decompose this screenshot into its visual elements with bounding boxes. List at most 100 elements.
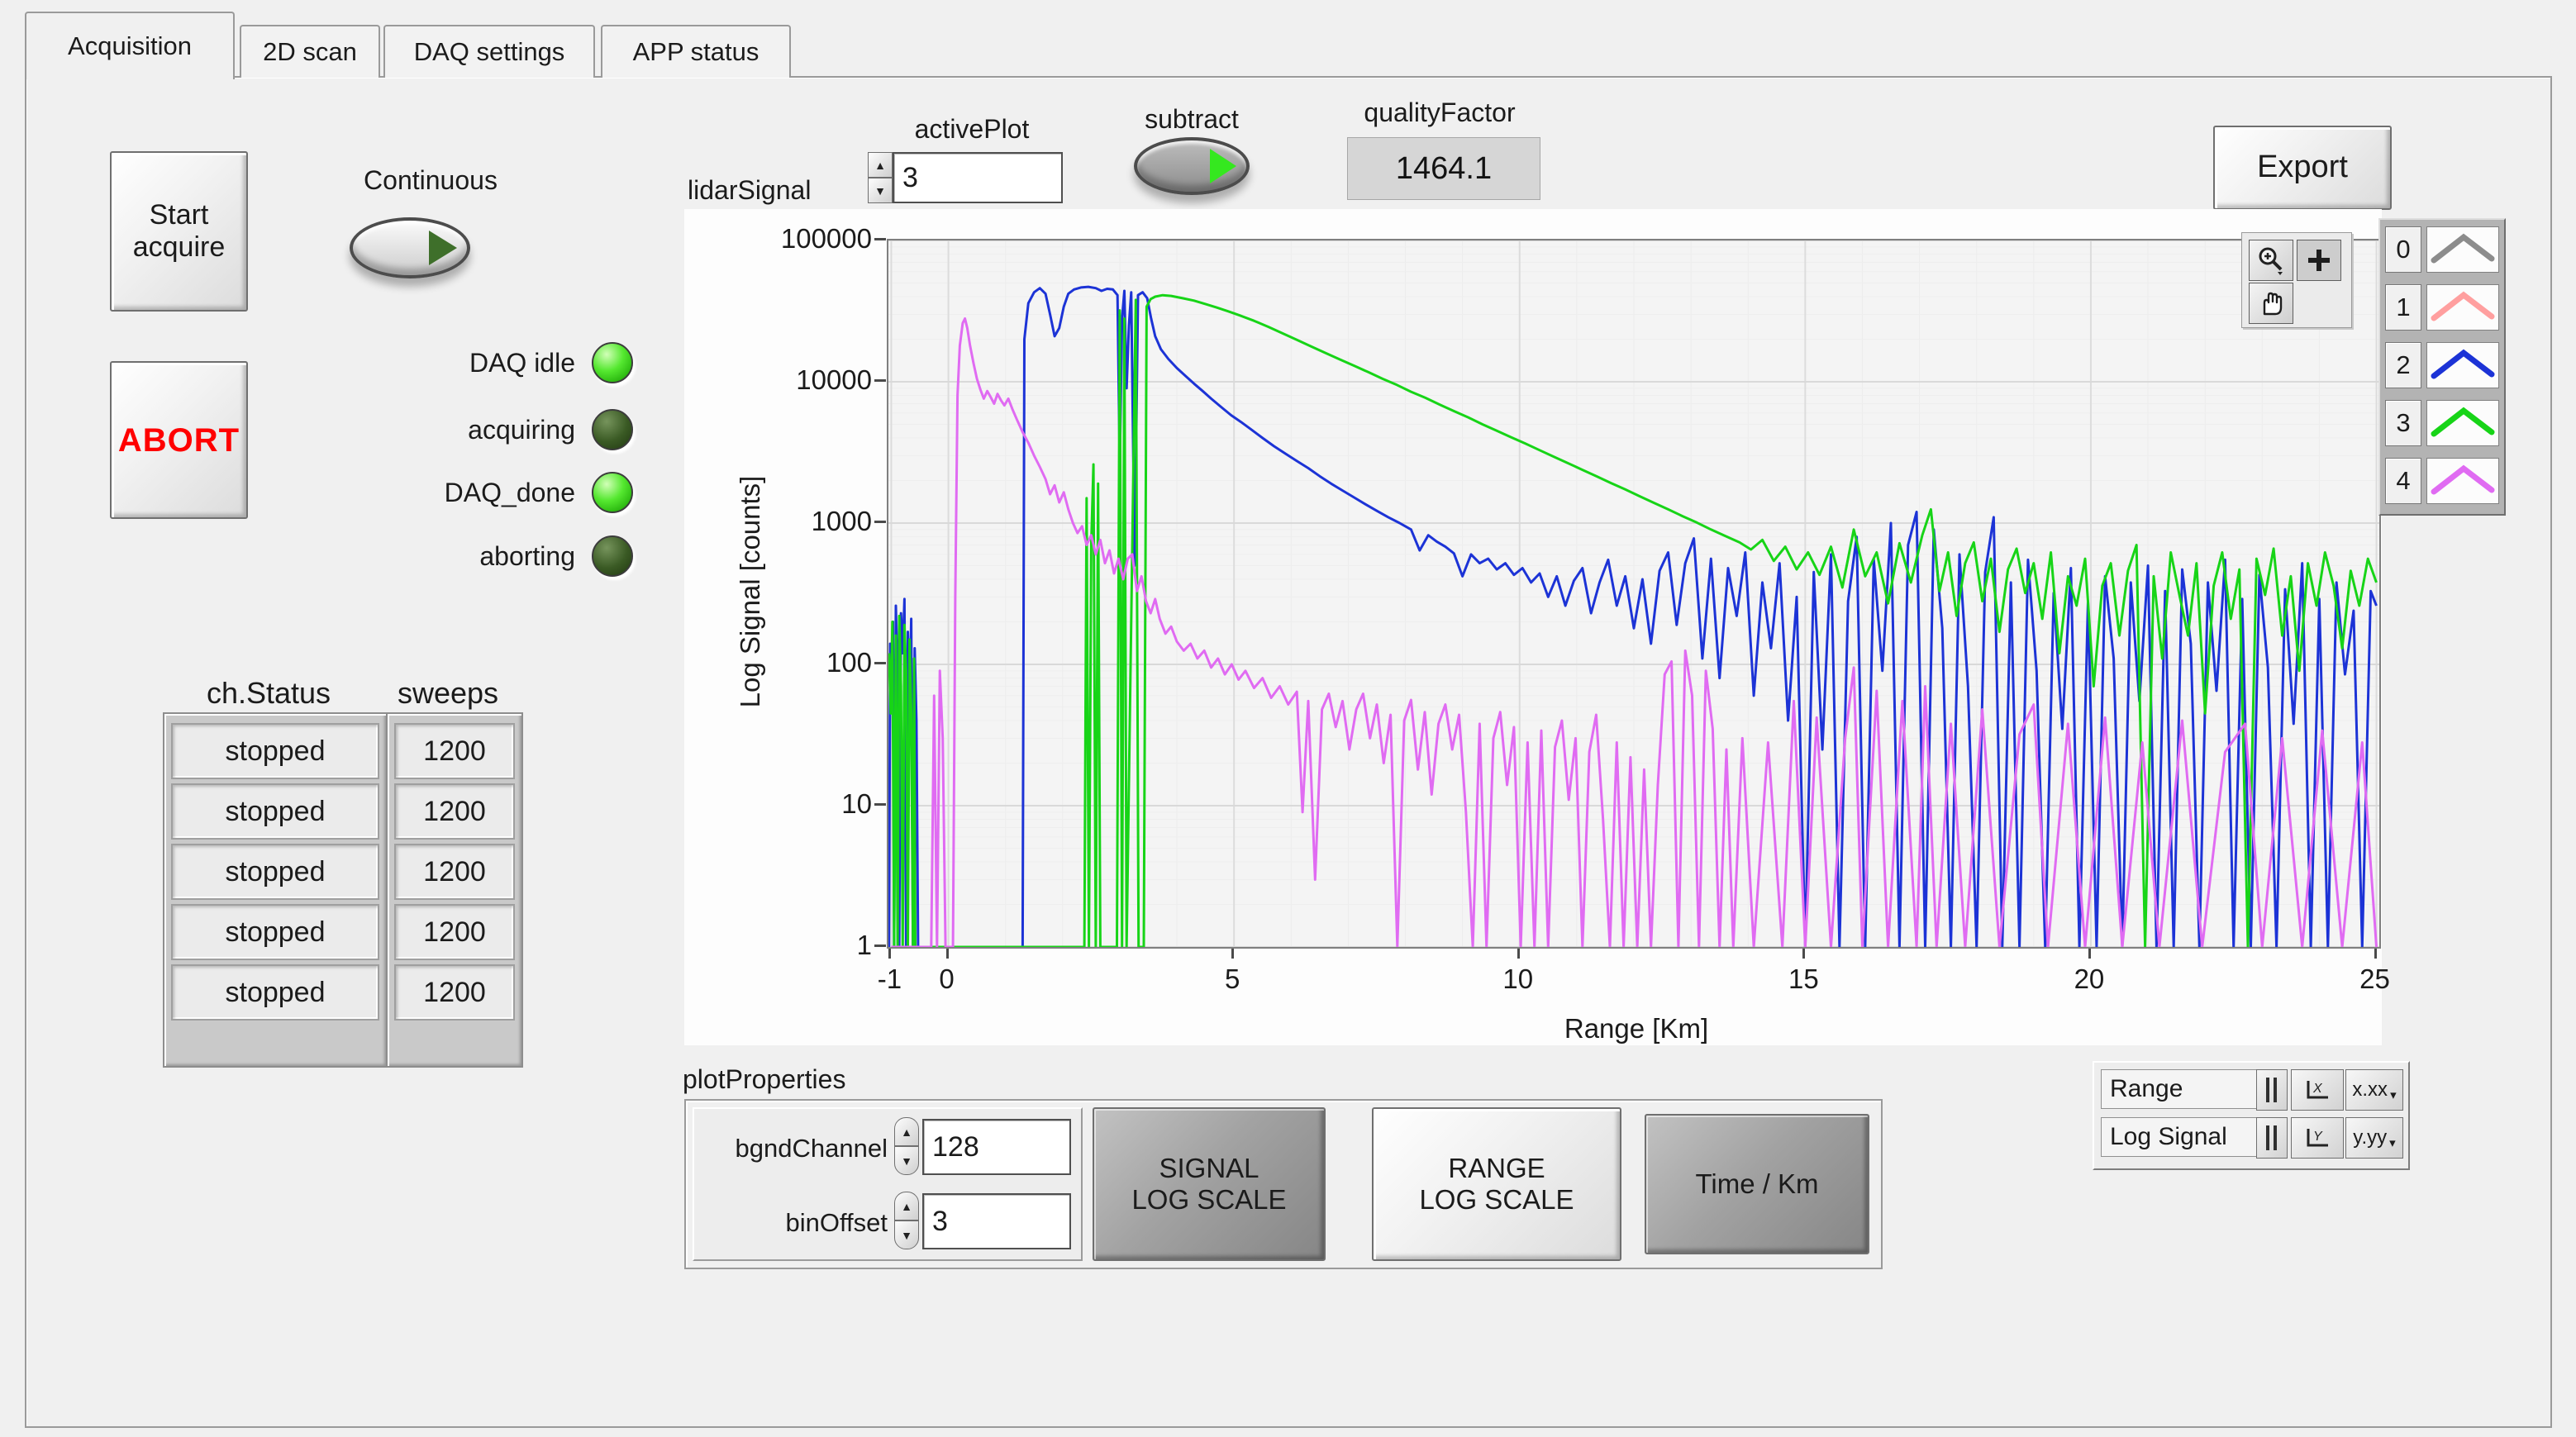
bgnd-channel-label: bgndChannel <box>699 1134 888 1163</box>
x-tick-mark <box>2374 949 2377 959</box>
ch-status-cell[interactable]: stopped <box>171 904 379 960</box>
app-window: Acquisition 2D scan DAQ settings APP sta… <box>0 0 2576 1437</box>
legend-plot-2-line-sample[interactable] <box>2426 342 2499 388</box>
bgnd-channel-input[interactable]: 128 <box>922 1119 1071 1175</box>
bgnd-channel-spinner[interactable]: ▲ ▼ <box>894 1117 919 1175</box>
y-tick-mark <box>874 238 886 240</box>
range-log-scale-button[interactable]: RANGE LOG SCALE <box>1372 1107 1621 1261</box>
zoom-in-tool-button[interactable] <box>2297 240 2341 281</box>
active-plot-input[interactable]: 3 <box>893 152 1063 203</box>
legend-plot-1-line-sample[interactable] <box>2426 284 2499 331</box>
y-format-button[interactable]: y.yy▾ <box>2345 1117 2403 1159</box>
time-km-button[interactable]: Time / Km <box>1645 1114 1869 1254</box>
tab-2d-scan[interactable]: 2D scan <box>240 25 380 78</box>
tab-app-status[interactable]: APP status <box>601 25 791 78</box>
line-sample-icon <box>2427 401 2497 444</box>
tab-2d-scan-label: 2D scan <box>263 37 357 67</box>
lidar-signal-plot-area[interactable] <box>887 239 2381 949</box>
y-tick-label: 100 <box>748 647 872 678</box>
y-axis-icon: Y <box>2303 1125 2331 1150</box>
ch-status-cell[interactable]: stopped <box>171 964 379 1021</box>
y-tick-mark <box>874 803 886 806</box>
ch-status-cell[interactable]: stopped <box>171 783 379 840</box>
x-scale-lock-button[interactable] <box>2256 1069 2288 1111</box>
x-axis-icon: X <box>2303 1078 2331 1102</box>
sweeps-cell[interactable]: 1200 <box>394 964 515 1021</box>
subtract-toggle[interactable] <box>1134 137 1250 195</box>
start-acquire-button[interactable]: Start acquire <box>110 151 248 312</box>
legend-plot-4-line-sample[interactable] <box>2426 458 2499 504</box>
active-plot-decrement-icon[interactable]: ▼ <box>868 178 893 203</box>
start-acquire-label: Start acquire <box>133 199 226 264</box>
x-tick-mark <box>1231 949 1234 959</box>
svg-text:X: X <box>2312 1082 2323 1096</box>
led-daq-done <box>592 472 633 513</box>
bgnd-channel-increment-icon[interactable]: ▲ <box>894 1117 919 1146</box>
signal-log-scale-button[interactable]: SIGNAL LOG SCALE <box>1093 1107 1326 1261</box>
y-format-label: y.yy <box>2353 1126 2387 1149</box>
tab-acquisition[interactable]: Acquisition <box>25 12 235 79</box>
bin-offset-input[interactable]: 3 <box>922 1193 1071 1249</box>
magnifier-icon <box>2256 245 2286 275</box>
zoom-tool-button[interactable] <box>2249 240 2293 281</box>
legend-plot-0-line-sample[interactable] <box>2426 226 2499 273</box>
line-sample-icon <box>2427 343 2497 386</box>
y-tick-mark <box>874 945 886 947</box>
y-scale-lock-button[interactable] <box>2256 1117 2288 1159</box>
x-format-label: x.xx <box>2352 1078 2388 1102</box>
y-scale-name[interactable]: Log Signal <box>2101 1117 2261 1157</box>
legend-plot-2-number[interactable]: 2 <box>2385 342 2421 388</box>
signal-log-scale-label: SIGNAL LOG SCALE <box>1131 1153 1286 1216</box>
led-daq-idle <box>592 342 633 383</box>
x-tick-mark <box>946 949 949 959</box>
sweeps-cell[interactable]: 1200 <box>394 783 515 840</box>
legend-plot-3-line-sample[interactable] <box>2426 400 2499 446</box>
y-tick-mark <box>874 521 886 523</box>
bin-offset-increment-icon[interactable]: ▲ <box>894 1192 919 1220</box>
line-sample-icon <box>2427 459 2497 502</box>
x-scale-name[interactable]: Range <box>2101 1069 2261 1109</box>
led-aborting <box>592 535 633 577</box>
scale-legend: Range X x.xx▾ Log Signal Y y.yy▾ <box>2093 1061 2410 1170</box>
line-sample-icon <box>2427 227 2497 270</box>
y-tick-label: 1000 <box>748 506 872 537</box>
x-tick-mark <box>2088 949 2091 959</box>
continuous-toggle[interactable] <box>350 217 470 278</box>
bin-offset-decrement-icon[interactable]: ▼ <box>894 1220 919 1249</box>
bin-offset-spinner[interactable]: ▲ ▼ <box>894 1192 919 1249</box>
legend-plot-4-number[interactable]: 4 <box>2385 458 2421 504</box>
ch-status-cell[interactable]: stopped <box>171 723 379 779</box>
y-autoscale-button[interactable]: Y <box>2291 1117 2344 1159</box>
led-aborting-label: aborting <box>369 541 575 572</box>
bgnd-channel-decrement-icon[interactable]: ▼ <box>894 1146 919 1175</box>
tab-app-status-label: APP status <box>633 37 759 67</box>
plot-legend: 0 1 2 3 4 <box>2378 218 2506 516</box>
continuous-toggle-arrow-icon <box>429 231 457 265</box>
sweeps-cell[interactable]: 1200 <box>394 723 515 779</box>
quality-factor-label: qualityFactor <box>1339 98 1540 128</box>
active-plot-increment-icon[interactable]: ▲ <box>868 152 893 178</box>
x-autoscale-button[interactable]: X <box>2291 1069 2344 1111</box>
legend-plot-0-number[interactable]: 0 <box>2385 226 2421 273</box>
legend-plot-3-number[interactable]: 3 <box>2385 400 2421 446</box>
tab-daq-settings[interactable]: DAQ settings <box>383 25 595 78</box>
graph-tools-palette <box>2241 232 2352 328</box>
quality-factor-value-box: 1464.1 <box>1347 137 1540 200</box>
legend-plot-1-number[interactable]: 1 <box>2385 284 2421 331</box>
sweeps-cell[interactable]: 1200 <box>394 844 515 900</box>
led-acquiring <box>592 409 633 450</box>
y-tick-label: 100000 <box>748 223 872 255</box>
export-button[interactable]: Export <box>2213 126 2392 210</box>
y-tick-label: 10 <box>748 788 872 820</box>
x-axis-title: Range [Km] <box>1388 1013 1884 1044</box>
x-format-button[interactable]: x.xx▾ <box>2345 1069 2403 1111</box>
sweeps-cell[interactable]: 1200 <box>394 904 515 960</box>
active-plot-spinner[interactable]: ▲ ▼ <box>868 152 893 203</box>
bin-offset-value: 3 <box>932 1206 948 1238</box>
caret-down-icon: ▾ <box>2390 1087 2397 1102</box>
ch-status-cell[interactable]: stopped <box>171 844 379 900</box>
x-tick-label: 10 <box>1481 964 1555 995</box>
pan-tool-button[interactable] <box>2249 283 2293 324</box>
abort-button[interactable]: ABORT <box>110 361 248 519</box>
y-axis-title: Log Signal [counts] <box>735 476 766 708</box>
